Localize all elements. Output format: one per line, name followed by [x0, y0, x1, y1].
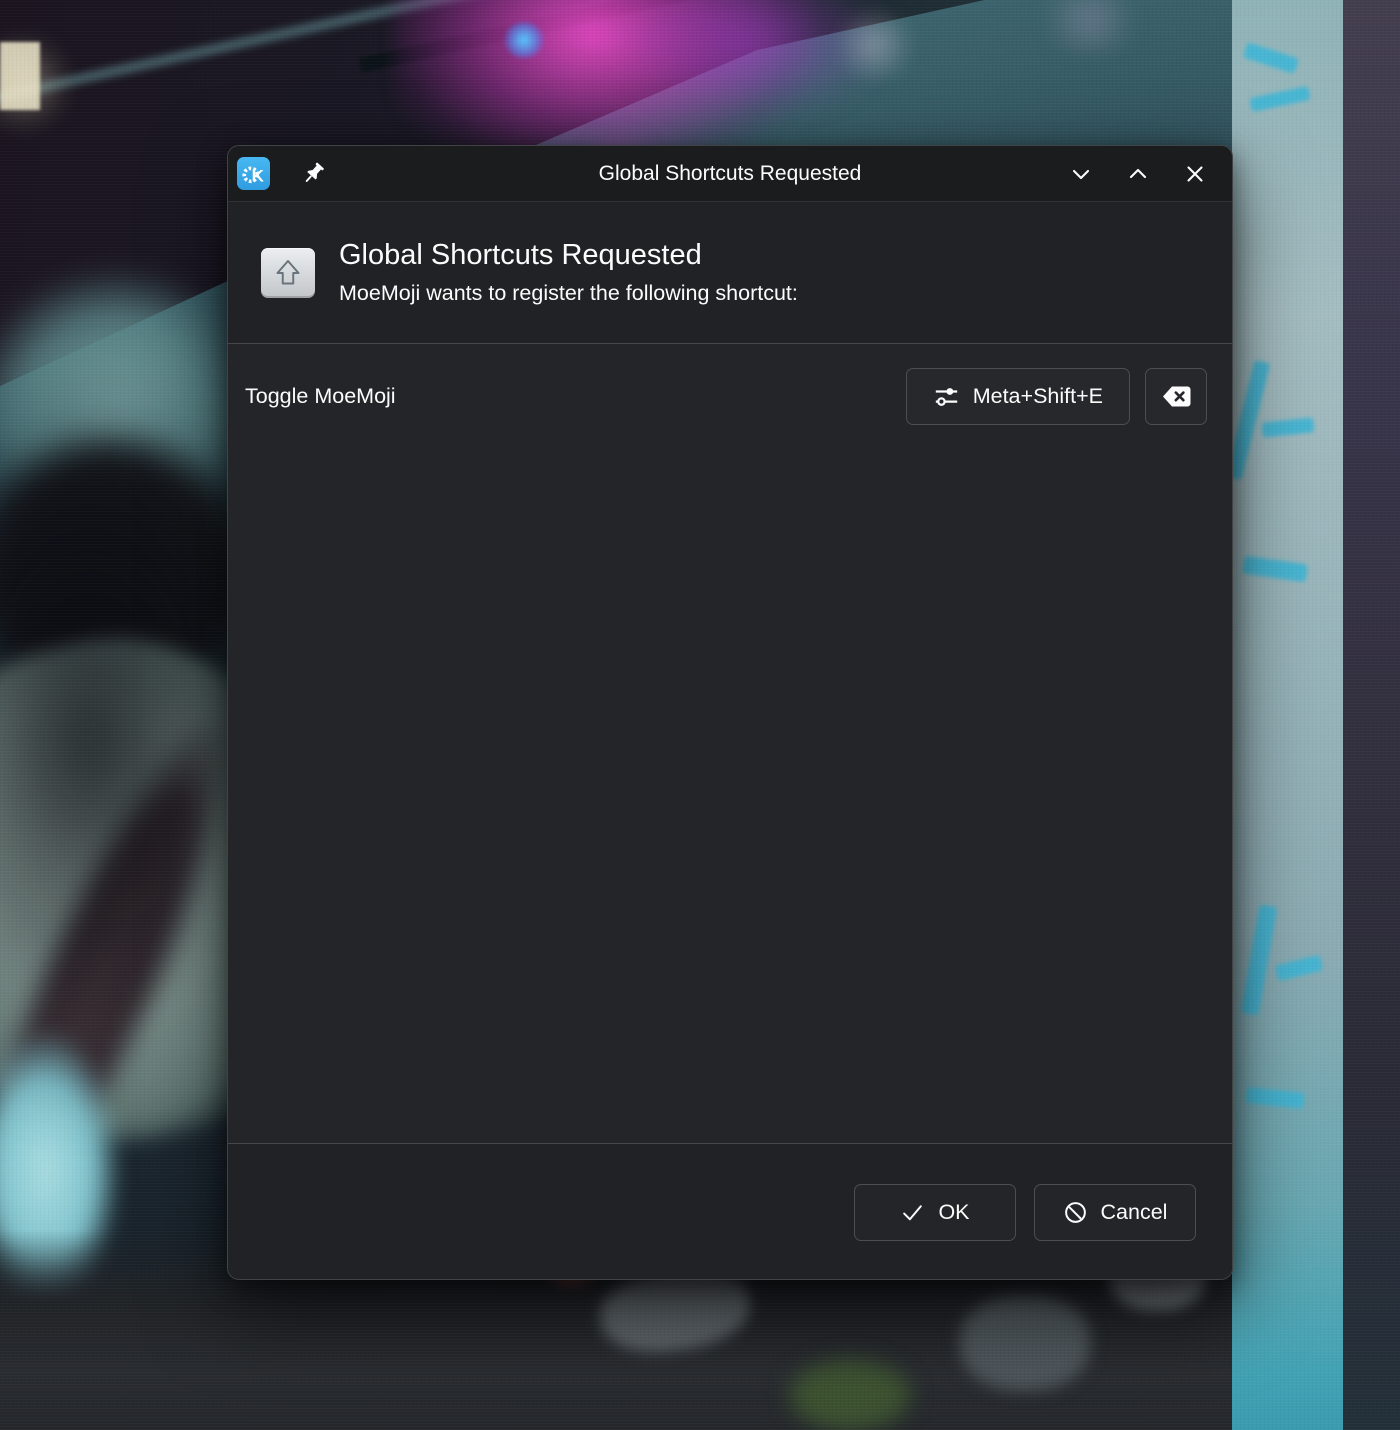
window-controls — [1066, 159, 1210, 189]
pin-button[interactable] — [296, 157, 330, 191]
dialog-footer: OK Cancel — [228, 1143, 1232, 1279]
ok-label: OK — [938, 1200, 969, 1225]
cancel-button[interactable]: Cancel — [1034, 1184, 1196, 1241]
shortcut-row-actions: Meta+Shift+E — [906, 368, 1207, 425]
clear-shortcut-button[interactable] — [1145, 368, 1207, 425]
cancel-circle-icon — [1063, 1200, 1088, 1225]
close-button[interactable] — [1180, 159, 1210, 189]
shortcut-keybinding-button[interactable]: Meta+Shift+E — [906, 368, 1130, 425]
keybinding-text: Meta+Shift+E — [973, 384, 1103, 409]
minimize-button[interactable] — [1066, 159, 1096, 189]
titlebar[interactable]: K Global Shortcuts Requested — [228, 146, 1232, 202]
sliders-icon — [933, 383, 960, 410]
chevron-up-icon — [1125, 161, 1151, 187]
global-shortcuts-dialog: K Global Shortcuts Requested — [227, 145, 1233, 1280]
close-x-icon — [1182, 161, 1208, 187]
dialog-header: Global Shortcuts Requested MoeMoji wants… — [228, 202, 1232, 344]
shortcut-action-label: Toggle MoeMoji — [245, 384, 396, 409]
dialog-content: Toggle MoeMoji Meta+Shift+E — [228, 344, 1232, 1143]
chevron-down-icon — [1068, 161, 1094, 187]
maximize-button[interactable] — [1123, 159, 1153, 189]
dialog-header-text: Global Shortcuts Requested MoeMoji wants… — [339, 240, 798, 306]
backspace-icon — [1161, 384, 1192, 409]
shortcut-row: Toggle MoeMoji Meta+Shift+E — [245, 368, 1207, 425]
ok-button[interactable]: OK — [854, 1184, 1016, 1241]
dialog-title: Global Shortcuts Requested — [339, 240, 798, 272]
pin-icon — [300, 161, 326, 187]
dialog-subtitle: MoeMoji wants to register the following … — [339, 281, 798, 306]
cancel-label: Cancel — [1101, 1200, 1168, 1225]
kde-logo-icon: K — [237, 157, 270, 190]
svg-text:K: K — [251, 166, 264, 185]
checkmark-icon — [900, 1200, 925, 1225]
desktop: K Global Shortcuts Requested — [0, 0, 1400, 1430]
shift-key-icon — [261, 248, 315, 298]
